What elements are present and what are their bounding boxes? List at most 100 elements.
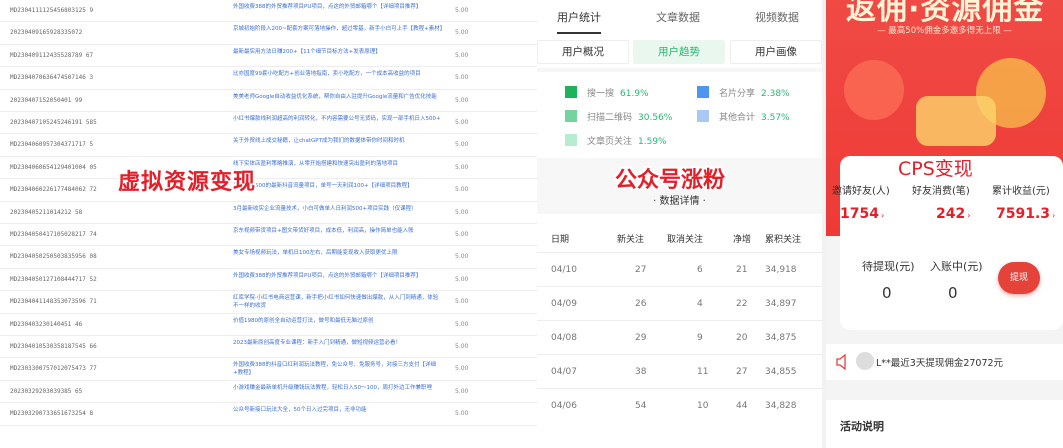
table-row: 04/08 29 9 20 34,875 <box>537 320 822 354</box>
table-row[interactable]: MD2303290733651673254 8 公众号新接口玩法大全，50个日入过… <box>0 403 537 426</box>
table-cell: 21 <box>736 265 748 275</box>
order-price: 5.00 <box>455 320 469 328</box>
table-row[interactable]: MD2304050127108444717 52 外国收费388的外贸推荐项目PU… <box>0 269 537 292</box>
product-title-link[interactable]: 外国收费500的最新抖音流量项目，单号一天利润100+【详细项目教程】 <box>233 182 443 190</box>
table-cell: 27 <box>635 265 647 275</box>
legend-label: 其他合计 <box>719 113 756 123</box>
table-cell: 04/10 <box>551 265 577 275</box>
product-title-link[interactable]: 最新最实用方法日赚200+【11个细节目标方法+发表原理】 <box>233 48 443 56</box>
table-cell: 6 <box>697 265 703 275</box>
stats-tabbar: 用户统计 文章数据 视频数据 <box>537 0 822 36</box>
follower-stats-panel: 用户统计 文章数据 视频数据 用户概况 用户趋势 用户画像 搜一搜 61.9% 名片… <box>537 0 822 448</box>
product-title-link[interactable]: 京城初始阶段入200~配套方案可落地操作，超过零基，新手小白可上手【教程+素材】 <box>233 25 445 33</box>
order-id: MD2304010530358187545 66 <box>10 343 97 350</box>
order-price: 5.00 <box>455 253 469 261</box>
friend-orders-number: 242 <box>936 206 966 222</box>
product-title-link[interactable]: 公众号新接口玩法大全，50个日入过完项目，无非功能 <box>233 406 443 414</box>
legend-item: 名片分享 2.38% <box>697 86 790 99</box>
total-income-label: 累计收益(元) <box>992 186 1050 197</box>
total-income-number: 7591.3 <box>996 206 1051 222</box>
table-row[interactable]: 20230407152050401 99 美美老师Google自动收益优化系统，帮… <box>0 90 537 112</box>
table-row[interactable]: MD230403230140451 46 价值1980的原创全自动运营打法，做号和… <box>0 314 537 336</box>
legend-label: 名片分享 <box>719 89 756 99</box>
product-title-link[interactable]: 关于外贸线上成交秘籍，让chatGPT成为我们的数据体带你时间和时机 <box>233 137 443 145</box>
product-title-link[interactable]: 3月最新收实企业流量技术，小白可做单人日利润500+项目实践（仅课程） <box>233 205 443 213</box>
table-cell: 04/06 <box>551 401 577 411</box>
follower-table: 日期 新关注 取消关注 净增 累积关注 04/10 27 6 21 34,918 04/09 26 4 2… <box>537 214 822 448</box>
table-row[interactable]: 20230329203039385 65 小游戏赚金最新单机升级赚钱玩法教程，轻松… <box>0 381 537 404</box>
table-cell: 34,855 <box>765 367 797 377</box>
table-cell: 34,828 <box>765 401 797 411</box>
order-price: 5.00 <box>455 231 469 238</box>
table-row[interactable]: MD2304050250503835956 08 美女专场视频玩法，单机日100左… <box>0 246 537 269</box>
order-id: MD2304070636474507146 3 <box>10 74 94 82</box>
table-header: 取消关注 <box>667 235 704 245</box>
table-row[interactable]: MD2304010530358187545 66 2023最新原创高度专业课程：新… <box>0 336 537 359</box>
invited-friends-value[interactable]: 1754 › <box>840 206 884 222</box>
order-id: MD2303290733651673254 8 <box>10 410 94 418</box>
order-price: 5.00 <box>455 96 469 104</box>
avatar <box>856 352 874 370</box>
in-transit-value: 0 <box>948 284 958 302</box>
table-row[interactable]: MD2304060957304371717 5 关于外贸线上成交秘籍，让chatG… <box>0 134 537 157</box>
product-title-link[interactable]: 外国收费388的外贸推荐项目PU项目，点这的外贸邮箱哪个【详细项目推荐】 <box>233 3 443 11</box>
decor-gift-box <box>916 96 996 146</box>
table-row[interactable]: 20230409165928335072 京城初始阶段入200~配套方案可落地操作… <box>0 22 537 45</box>
order-id: MD2304060654129401004 05 <box>10 163 97 171</box>
product-title-link[interactable]: 京东视频带货项目+图文带货好项目，成本低，利润高，操作简单也能入账 <box>233 227 443 235</box>
table-row[interactable]: MD2304111125456803125 9 外国收费388的外贸推荐项目PU项… <box>0 0 537 23</box>
product-title-link[interactable]: 线下实体店盈利策略推演，从零开始搭建和快速突出盈利的落地项目 <box>233 160 443 168</box>
overlay-caption-virtual-resources: 虚拟资源变现 <box>118 170 257 195</box>
order-price: 5.00 <box>455 29 469 37</box>
in-transit-label: 入账中(元) <box>930 260 983 273</box>
order-list-panel: MD2304111125456803125 9 外国收费388的外贸推荐项目PU项… <box>0 0 537 448</box>
legend-item: 其他合计 3.57% <box>697 110 790 123</box>
table-row[interactable]: MD230409112435528789 67 最新最实用方法日赚200+【11个… <box>0 45 537 68</box>
product-title-link[interactable]: 红库学院·小红书电商运营课，新手把小红书如何快速做出爆款，从入门到精通，体验不一… <box>233 294 443 310</box>
table-cell: 34,897 <box>765 299 797 309</box>
chevron-right-icon: › <box>1052 211 1056 220</box>
product-title-link[interactable]: 2023最新原创高度专业课程：新手入门到精通，做短视频运营必看！ <box>233 339 443 347</box>
tab-article-data[interactable]: 文章数据 <box>656 9 700 25</box>
friend-orders-value[interactable]: 242 › <box>936 206 970 222</box>
table-row[interactable]: MD2304041148353073596 71 红库学院·小红书电商运营课，新手… <box>0 291 537 314</box>
table-row[interactable]: MD2304070636474507146 3 比亦国度99套小吃配方+创业落地指… <box>0 67 537 90</box>
overlay-caption-wechat-growth: 公众号涨粉 <box>615 168 726 193</box>
subtab-user-overview[interactable]: 用户概况 <box>537 40 629 64</box>
product-title-link[interactable]: 美女专场视频玩法，单机日100左右，后期能变现收入获取更优上限 <box>233 249 443 257</box>
product-title-link[interactable]: 外国收费388的抖音口红利润玩法教程，免公众号、免服务号，对接三方支付【详细+教… <box>233 361 443 377</box>
withdraw-notice-text: L**最近3天提现佣金27072元 <box>876 358 1004 369</box>
table-row: 04/10 27 6 21 34,918 <box>537 252 822 286</box>
table-row[interactable]: MD2304050417105028217 74 京东视频带货项目+图文带货好项目… <box>0 224 537 247</box>
invited-friends-number: 1754 <box>840 206 879 222</box>
invited-friends-label: 邀请好友(人) <box>832 186 890 197</box>
table-row[interactable]: 20230407105245246191 585 小红书爆款线利润超高的利润转化，… <box>0 112 537 135</box>
order-id: 20230405211014212 58 <box>10 208 83 216</box>
table-cell: 20 <box>736 333 748 343</box>
table-row[interactable]: MD2304060226177484062 72 外国收费500的最新抖音流量项目… <box>0 179 537 202</box>
product-title-link[interactable]: 美美老师Google自动收益优化系统，帮你自由入驻提升Google流量和广告优化… <box>233 93 443 101</box>
table-row[interactable]: MD2304060654129401004 05 线下实体店盈利策略推演，从零开始… <box>0 157 537 180</box>
table-row[interactable]: MD2303300757012075473 77 外国收费388的抖音口红利润玩法… <box>0 358 537 381</box>
subtab-user-trend[interactable]: 用户趋势 <box>633 40 725 64</box>
withdraw-button[interactable]: 提现 <box>998 262 1040 294</box>
banner-subtitle: — 最高50%佣金多邀多得无上限 — <box>877 26 1012 36</box>
table-row: 04/06 54 10 44 34,828 <box>537 388 822 422</box>
subtab-user-profile[interactable]: 用户画像 <box>730 40 822 64</box>
friend-orders-label: 好友消费(笔) <box>912 186 970 197</box>
order-price: 5.00 <box>455 7 469 14</box>
product-title-link[interactable]: 小游戏赚金最新单机升级赚钱玩法教程，轻松日入50～100，周打外边工作兼职哩 <box>233 384 443 392</box>
total-income-value[interactable]: 7591.3 › <box>996 206 1055 222</box>
legend-label: 扫描二维码 <box>587 113 633 123</box>
table-row[interactable]: 20230405211014212 58 3月最新收实企业流量技术，小白可做单人日… <box>0 202 537 224</box>
legend-percent: 3.57% <box>761 113 790 123</box>
product-title-link[interactable]: 价值1980的原创全自动运营打法，做号和最低无脑过原创 <box>233 317 443 325</box>
product-title-link[interactable]: 比亦国度99套小吃配方+创业落地指南，卖小吃配方，一个成本高收益的项目 <box>233 70 443 78</box>
product-title-link[interactable]: 外国收费388的外贸推荐项目PU项目，点这的外贸邮箱哪个【详细项目推荐】 <box>233 272 443 280</box>
product-title-link[interactable]: 小红书爆款线利润超高的利润转化，不内容需要公号无货码，实现一部手机日入500+ <box>233 115 443 123</box>
order-id: MD2304060226177484062 72 <box>10 186 97 194</box>
order-price: 5.00 <box>455 208 469 216</box>
table-row: 04/07 38 11 27 34,855 <box>537 354 822 388</box>
tab-video-data[interactable]: 视频数据 <box>755 9 799 25</box>
tab-user-stats[interactable]: 用户统计 <box>557 9 601 25</box>
